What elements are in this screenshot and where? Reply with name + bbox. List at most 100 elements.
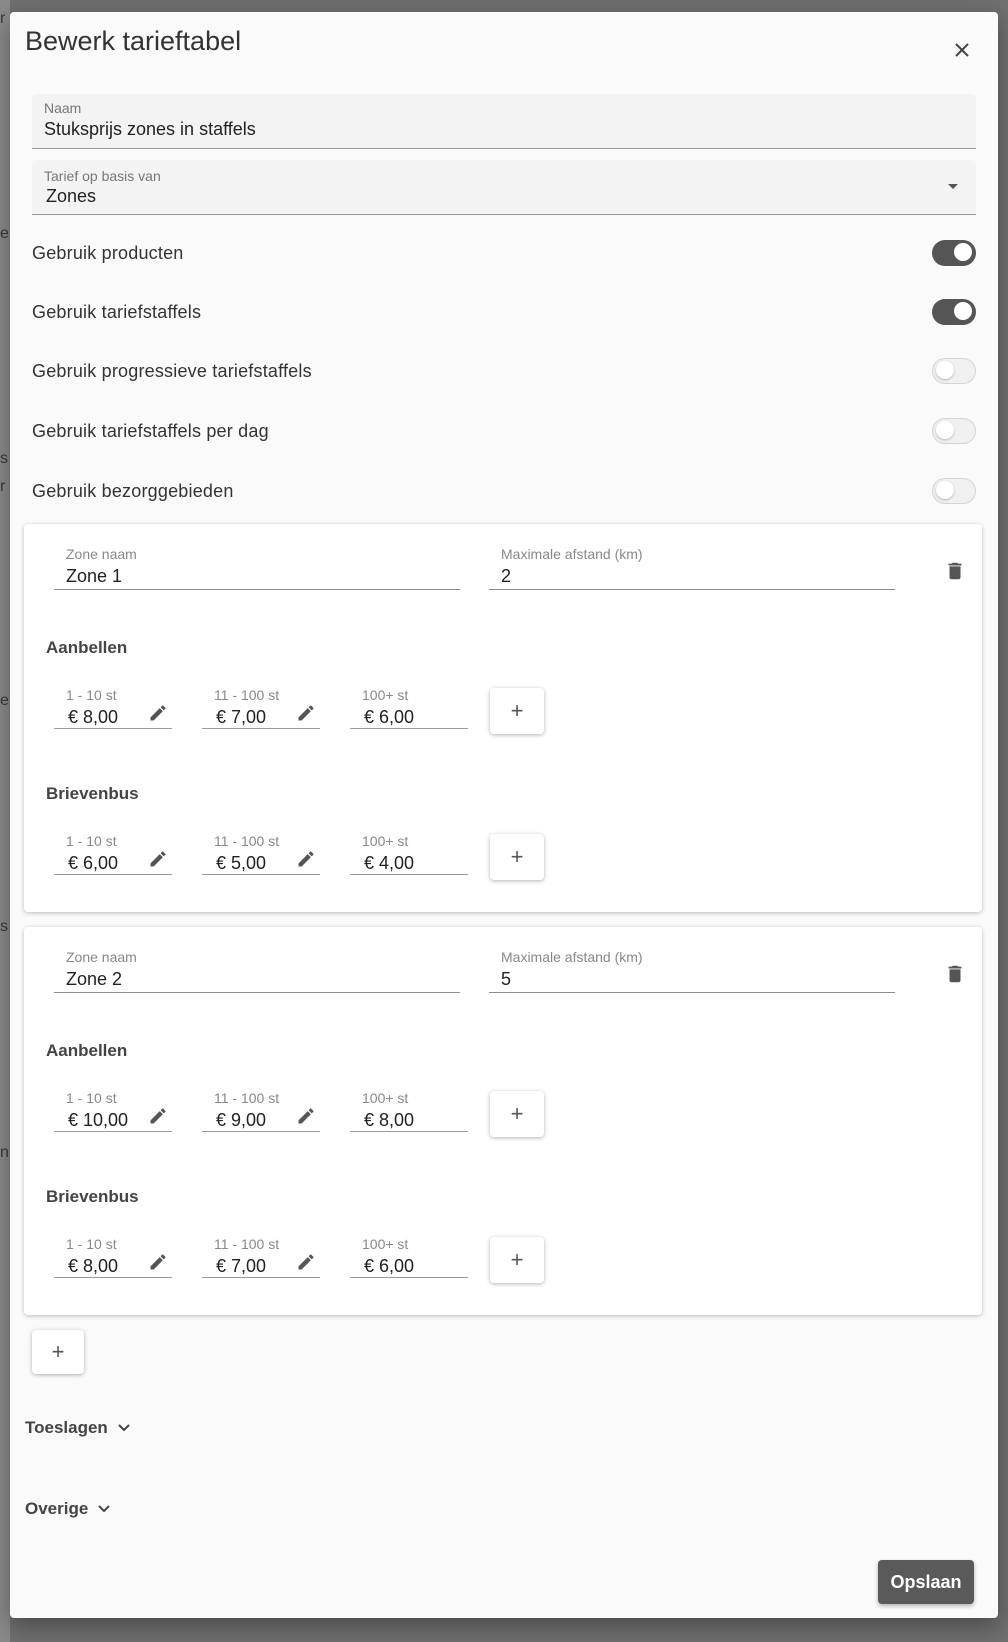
max-distance-input[interactable]: 5	[501, 969, 511, 990]
pencil-icon[interactable]	[148, 1252, 168, 1272]
price-tier-label: 100+ st	[362, 1236, 409, 1252]
toggle-label: Gebruik tariefstaffels per dag	[32, 421, 269, 441]
price-tier-label: 1 - 10 st	[66, 687, 117, 703]
price-tier-value[interactable]: € 6,00	[364, 1256, 414, 1277]
toggle-row: Gebruik producten	[32, 234, 976, 274]
add-tier-button[interactable]: +	[490, 834, 544, 880]
toggle-label: Gebruik progressieve tariefstaffels	[32, 361, 312, 381]
chevron-down-icon	[98, 1505, 111, 1513]
naam-label: Naam	[44, 100, 82, 116]
toggle-label: Gebruik bezorggebieden	[32, 481, 234, 501]
toggle-label: Gebruik tariefstaffels	[32, 302, 202, 322]
price-tier-value[interactable]: € 7,00	[216, 1256, 266, 1277]
zone-name-field[interactable]: Zone naam Zone 2	[54, 949, 460, 993]
group-title: Brievenbus	[46, 784, 139, 803]
dropdown-arrow-icon	[948, 184, 958, 189]
zone-name-field[interactable]: Zone naam Zone 1	[54, 546, 460, 590]
trash-icon[interactable]	[944, 963, 966, 985]
toggle-switch[interactable]	[932, 240, 976, 266]
pencil-icon[interactable]	[148, 849, 168, 869]
naam-input[interactable]: Stuksprijs zones in staffels	[44, 119, 256, 140]
chevron-down-icon	[118, 1424, 130, 1432]
price-tier-value[interactable]: € 10,00	[68, 1110, 128, 1131]
toggle-switch[interactable]	[932, 478, 976, 504]
add-tier-button[interactable]: +	[490, 688, 544, 734]
price-tier-field[interactable]: 100+ st € 8,00	[350, 1090, 468, 1132]
price-tier-value[interactable]: € 4,00	[364, 853, 414, 874]
overige-label: Overige	[25, 1499, 89, 1518]
zone-name-label: Zone naam	[66, 949, 137, 965]
background-text: r	[0, 10, 6, 27]
zone-name-input[interactable]: Zone 2	[66, 969, 122, 990]
price-tier-label: 11 - 100 st	[214, 687, 280, 703]
pencil-icon[interactable]	[296, 1252, 316, 1272]
dialog-title: Bewerk tarieftabel	[25, 26, 242, 56]
price-tier-field[interactable]: 100+ st € 4,00	[350, 833, 468, 875]
toggle-knob	[954, 243, 972, 261]
max-distance-field[interactable]: Maximale afstand (km) 2	[489, 546, 895, 590]
add-tier-button[interactable]: +	[490, 1091, 544, 1137]
group-title: Brievenbus	[46, 1187, 139, 1206]
max-distance-label: Maximale afstand (km)	[501, 546, 643, 562]
toggle-row: Gebruik bezorggebieden	[32, 472, 976, 512]
price-tier-field[interactable]: 11 - 100 st € 5,00	[202, 833, 320, 875]
price-tier-value[interactable]: € 6,00	[364, 707, 414, 728]
toeslagen-label: Toeslagen	[25, 1418, 108, 1437]
price-tier-field[interactable]: 1 - 10 st € 6,00	[54, 833, 172, 875]
background-text: r	[0, 478, 6, 495]
naam-field[interactable]: Naam Stuksprijs zones in staffels	[32, 94, 976, 149]
price-tier-field[interactable]: 11 - 100 st € 9,00	[202, 1090, 320, 1132]
price-tier-value[interactable]: € 7,00	[216, 707, 266, 728]
zone-card: Zone naam Zone 1 Maximale afstand (km) 2 Aan…	[24, 524, 982, 912]
background-page-edge	[0, 0, 10, 1642]
price-tier-value[interactable]: € 8,00	[68, 707, 118, 728]
price-tier-label: 11 - 100 st	[214, 833, 280, 849]
price-tier-field[interactable]: 1 - 10 st € 8,00	[54, 1236, 172, 1278]
max-distance-input[interactable]: 2	[501, 566, 511, 587]
background-text: e	[0, 692, 9, 709]
pencil-icon[interactable]	[296, 849, 316, 869]
group-title: Aanbellen	[46, 1041, 128, 1060]
price-tier-value[interactable]: € 5,00	[216, 853, 266, 874]
tarief-basis-value: Zones	[46, 186, 97, 206]
pencil-icon[interactable]	[148, 1106, 168, 1126]
save-button[interactable]: Opslaan	[878, 1560, 974, 1604]
pencil-icon[interactable]	[296, 1106, 316, 1126]
pencil-icon[interactable]	[296, 703, 316, 723]
price-tier-label: 100+ st	[362, 833, 409, 849]
max-distance-field[interactable]: Maximale afstand (km) 5	[489, 949, 895, 993]
price-tier-field[interactable]: 100+ st € 6,00	[350, 687, 468, 729]
overige-expander[interactable]: Overige	[25, 1499, 111, 1519]
price-tier-field[interactable]: 1 - 10 st € 8,00	[54, 687, 172, 729]
price-tier-field[interactable]: 100+ st € 6,00	[350, 1236, 468, 1278]
price-tier-value[interactable]: € 8,00	[364, 1110, 414, 1131]
add-tier-button[interactable]: +	[490, 1237, 544, 1283]
tarief-basis-label: Tarief op basis van	[44, 168, 161, 184]
price-tier-value[interactable]: € 6,00	[68, 853, 118, 874]
price-tier-field[interactable]: 1 - 10 st € 10,00	[54, 1090, 172, 1132]
toggle-row: Gebruik tariefstaffels per dag	[32, 412, 976, 452]
price-tier-value[interactable]: € 8,00	[68, 1256, 118, 1277]
price-tier-label: 1 - 10 st	[66, 1090, 117, 1106]
pencil-icon[interactable]	[148, 703, 168, 723]
toggle-row: Gebruik progressieve tariefstaffels	[32, 352, 976, 392]
price-tier-field[interactable]: 11 - 100 st € 7,00	[202, 687, 320, 729]
toggle-switch[interactable]	[932, 299, 976, 325]
price-tier-label: 100+ st	[362, 1090, 409, 1106]
toggle-switch[interactable]	[932, 418, 976, 444]
toggle-row: Gebruik tariefstaffels	[32, 293, 976, 333]
trash-icon[interactable]	[944, 560, 966, 582]
close-button[interactable]	[948, 36, 976, 64]
toeslagen-expander[interactable]: Toeslagen	[25, 1418, 130, 1438]
price-tier-field[interactable]: 11 - 100 st € 7,00	[202, 1236, 320, 1278]
background-text: e	[0, 225, 9, 242]
toggle-knob	[954, 302, 972, 320]
add-zone-button[interactable]: +	[32, 1330, 84, 1374]
zone-name-input[interactable]: Zone 1	[66, 566, 122, 587]
tarief-basis-select[interactable]: Tarief op basis van Zones	[32, 160, 976, 215]
price-tier-label: 1 - 10 st	[66, 1236, 117, 1252]
price-tier-value[interactable]: € 9,00	[216, 1110, 266, 1131]
price-tier-label: 100+ st	[362, 687, 409, 703]
max-distance-label: Maximale afstand (km)	[501, 949, 643, 965]
toggle-switch[interactable]	[932, 358, 976, 384]
